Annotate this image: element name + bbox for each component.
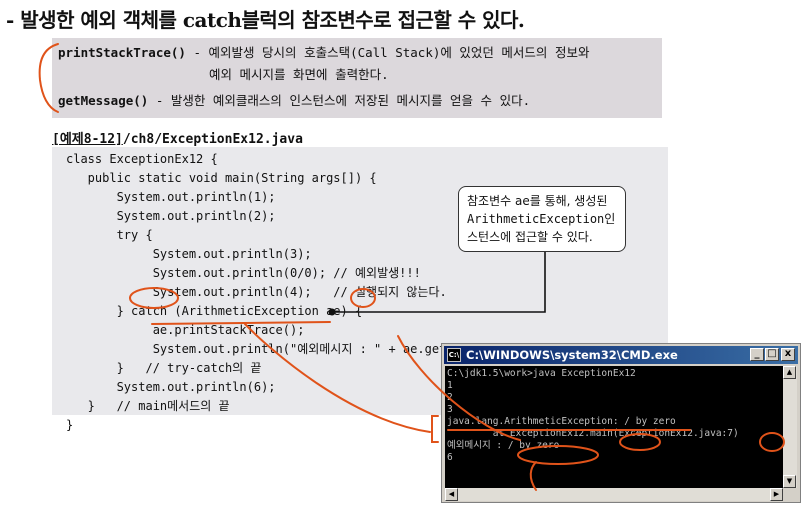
- method-desc-printstacktrace-cont: 예외 메시지를 화면에 출력한다.: [209, 67, 389, 82]
- code-line: System.out.println(1);: [66, 190, 276, 204]
- close-button[interactable]: x: [781, 348, 795, 361]
- console-output[interactable]: C:\jdk1.5\work>java ExceptionEx12 1 2 3 java…: [445, 366, 783, 488]
- scroll-right-arrow-icon[interactable]: ▶: [770, 488, 783, 501]
- callout-note: 참조변수 ae를 통해, 생성된 ArithmeticException인 스턴…: [458, 186, 626, 252]
- code-line: System.out.println(4); // 실행되지 않는다.: [66, 285, 447, 299]
- example-path: /ch8/ExceptionEx12.java: [122, 132, 303, 147]
- slide-heading: - 발생한 예외 객체를 catch블럭의 참조변수로 접근할 수 있다.: [6, 8, 525, 32]
- code-line: System.out.println(2);: [66, 209, 276, 223]
- method-desc-getmessage: - 발생한 예외클래스의 인스턴스에 저장된 메시지를 얻을 수 있다.: [148, 93, 531, 108]
- console-line: at ExceptionEx12.main(ExceptionEx12.java…: [447, 428, 739, 439]
- callout-line-2: ArithmeticException인: [467, 212, 616, 226]
- console-line: 6: [447, 452, 453, 463]
- code-line: public static void main(String args[]) {: [66, 171, 377, 185]
- cmd-window-title: C:\WINDOWS\system32\CMD.exe: [466, 348, 678, 362]
- scroll-down-arrow-icon[interactable]: ▼: [783, 475, 796, 488]
- callout-line-3: 스턴스에 접근할 수 있다.: [467, 230, 593, 244]
- cmd-window: C:\ C:\WINDOWS\system32\CMD.exe _ □ x C:…: [441, 343, 801, 503]
- code-line: try {: [66, 228, 153, 242]
- scroll-left-arrow-icon[interactable]: ◀: [445, 488, 458, 501]
- console-line: C:\jdk1.5\work>java ExceptionEx12: [447, 368, 636, 379]
- console-line: 3: [447, 404, 453, 415]
- console-text: C:\jdk1.5\work>java ExceptionEx12 1 2 3 java…: [447, 368, 739, 464]
- vertical-scrollbar[interactable]: ▲ ▼: [783, 366, 797, 488]
- code-line: class ExceptionEx12 {: [66, 152, 218, 166]
- console-line: 2: [447, 392, 453, 403]
- example-label: [예제8-12]: [52, 132, 123, 147]
- minimize-button[interactable]: _: [750, 348, 764, 361]
- cmd-icon[interactable]: C:\: [447, 348, 461, 362]
- method-description-box: printStackTrace() - 예외발생 당시의 호출스택(Call S…: [52, 38, 662, 118]
- console-line: 1: [447, 380, 453, 391]
- method-name-getmessage: getMessage(): [58, 93, 149, 108]
- horizontal-scrollbar[interactable]: ◀ ▶: [445, 488, 783, 501]
- method-row-getmessage: getMessage() - 발생한 예외클래스의 인스턴스에 저장된 메시지를…: [58, 90, 530, 109]
- maximize-button[interactable]: □: [765, 348, 779, 361]
- cmd-title-bar[interactable]: C:\ C:\WINDOWS\system32\CMD.exe _ □ x: [444, 346, 798, 364]
- code-line: } catch (ArithmeticException ae) {: [66, 304, 363, 318]
- console-line: java.lang.ArithmeticException: / by zero: [447, 416, 676, 427]
- code-line: System.out.println(3);: [66, 247, 312, 261]
- callout-line-1: 참조변수 ae를 통해, 생성된: [467, 194, 608, 208]
- method-desc-printstacktrace: - 예외발생 당시의 호출스택(Call Stack)에 있었던 메서드의 정보…: [185, 45, 590, 60]
- method-row-printstacktrace: printStackTrace() - 예외발생 당시의 호출스택(Call S…: [58, 42, 589, 61]
- method-name-printstacktrace: printStackTrace(): [58, 45, 186, 60]
- code-line: System.out.println(0/0); // 예외발생!!!: [66, 266, 421, 280]
- console-line: 예외메시지 : / by zero: [447, 440, 560, 451]
- scroll-up-arrow-icon[interactable]: ▲: [783, 366, 796, 379]
- code-line: ae.printStackTrace();: [66, 323, 305, 337]
- example-title: [예제8-12]/ch8/ExceptionEx12.java: [52, 128, 303, 147]
